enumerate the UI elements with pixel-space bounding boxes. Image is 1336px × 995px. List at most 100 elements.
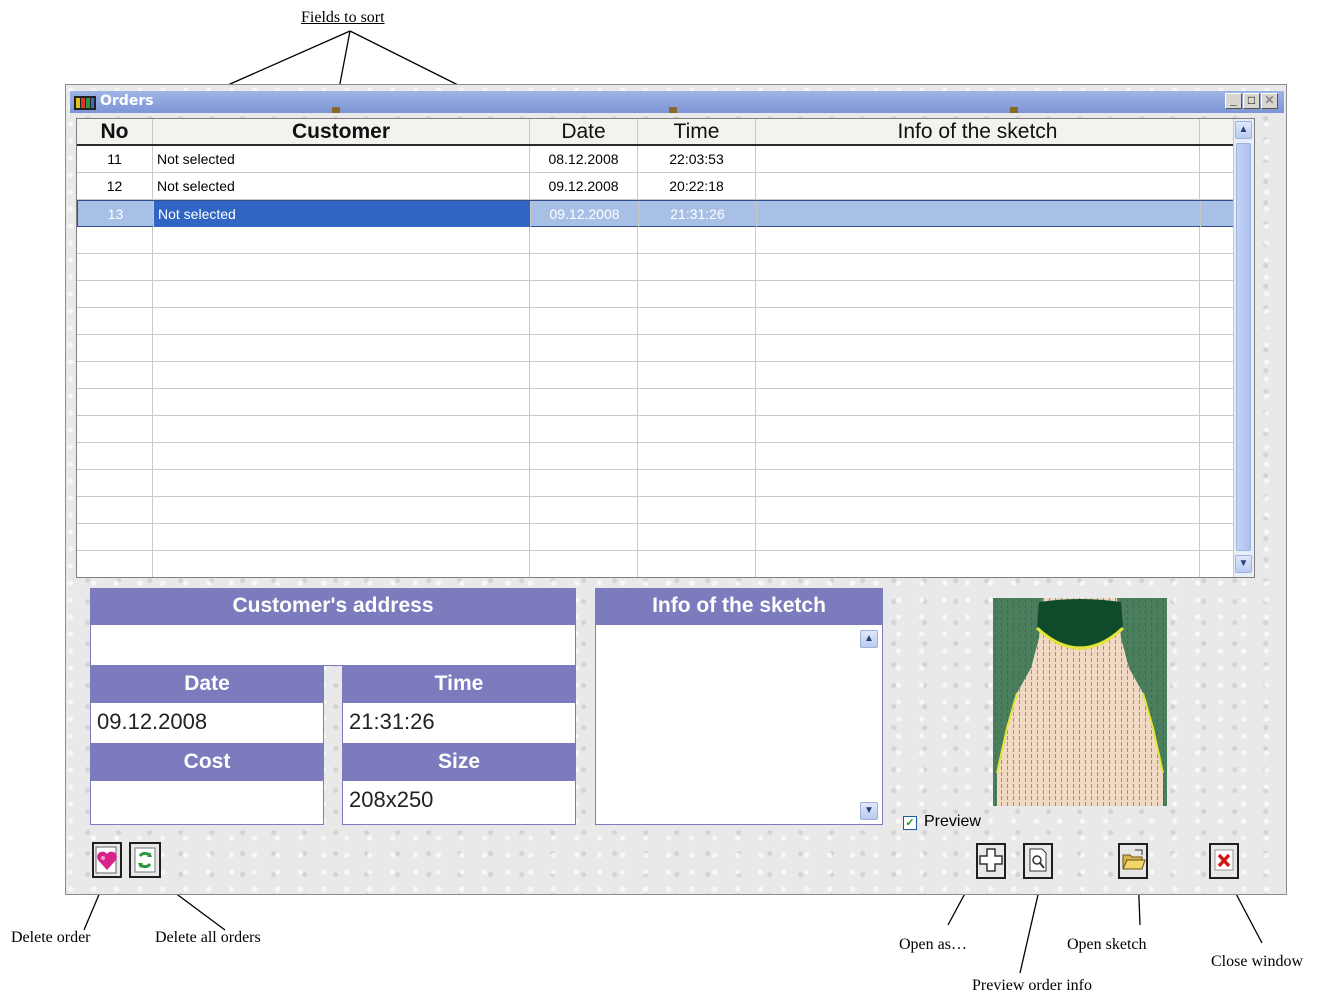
- close-icon[interactable]: ✕: [1261, 93, 1278, 109]
- cell-time: 20:22:18: [638, 173, 756, 199]
- grid-vertical-scrollbar[interactable]: ▲ ▼: [1233, 119, 1254, 577]
- sort-marker: [332, 107, 340, 113]
- preview-order-info-button[interactable]: [1023, 843, 1053, 879]
- empty-cell: [530, 335, 638, 361]
- size-header: Size: [342, 744, 576, 780]
- empty-cell: [153, 524, 530, 550]
- title-bar[interactable]: Orders _ □ ✕: [70, 91, 1284, 113]
- empty-cell: [77, 470, 153, 496]
- sketch-preview-image: [993, 598, 1167, 806]
- table-row[interactable]: 11 Not selected 08.12.2008 22:03:53: [77, 146, 1254, 173]
- empty-table-row[interactable]: [77, 389, 1254, 416]
- empty-cell: [638, 416, 756, 442]
- cell-date: 08.12.2008: [530, 146, 638, 172]
- empty-cell: [153, 389, 530, 415]
- cost-field[interactable]: [90, 780, 324, 825]
- annotation-close-window: Close window: [1211, 953, 1303, 970]
- empty-cell: [77, 254, 153, 280]
- cell-no: 11: [77, 146, 153, 172]
- empty-cell: [153, 416, 530, 442]
- scroll-down-icon[interactable]: ▼: [1235, 555, 1252, 573]
- empty-table-row[interactable]: [77, 227, 1254, 254]
- sketch-info-textarea[interactable]: [595, 624, 883, 825]
- empty-cell: [756, 551, 1200, 577]
- empty-cell: [756, 416, 1200, 442]
- window-title: Orders: [100, 93, 154, 109]
- sketch-info-scroll-down-icon[interactable]: ▼: [860, 802, 878, 820]
- orders-window: Orders _ □ ✕ No Customer Date Time Info …: [65, 84, 1287, 895]
- cell-customer: Not selected: [153, 173, 530, 199]
- annotation-fields-to-sort: Fields to sort: [301, 9, 385, 26]
- empty-table-row[interactable]: [77, 281, 1254, 308]
- column-header-customer[interactable]: Customer: [153, 119, 530, 144]
- empty-cell: [153, 551, 530, 577]
- size-field[interactable]: 208x250: [342, 780, 576, 825]
- date-header: Date: [90, 666, 324, 702]
- empty-cell: [153, 362, 530, 388]
- empty-table-row[interactable]: [77, 524, 1254, 551]
- empty-cell: [77, 524, 153, 550]
- empty-table-row[interactable]: [77, 362, 1254, 389]
- delete-all-orders-button[interactable]: [129, 842, 161, 878]
- maximize-icon[interactable]: □: [1243, 93, 1260, 109]
- sketch-info-scroll-up-icon[interactable]: ▲: [860, 630, 878, 648]
- customer-address-header: Customer's address: [90, 588, 576, 624]
- column-header-date[interactable]: Date: [530, 119, 638, 144]
- date-field[interactable]: 09.12.2008: [90, 702, 324, 744]
- empty-table-row[interactable]: [77, 416, 1254, 443]
- cell-time: 22:03:53: [638, 146, 756, 172]
- column-header-info[interactable]: Info of the sketch: [756, 119, 1200, 144]
- annotation-delete-all-orders: Delete all orders: [155, 929, 261, 946]
- empty-cell: [77, 389, 153, 415]
- customer-address-field[interactable]: [90, 624, 576, 666]
- empty-cell: [756, 497, 1200, 523]
- empty-cell: [153, 443, 530, 469]
- empty-cell: [756, 254, 1200, 280]
- column-header-time[interactable]: Time: [638, 119, 756, 144]
- empty-cell: [530, 416, 638, 442]
- column-header-no[interactable]: No: [77, 119, 153, 144]
- empty-cell: [530, 254, 638, 280]
- empty-cell: [77, 335, 153, 361]
- empty-cell: [77, 497, 153, 523]
- empty-cell: [77, 281, 153, 307]
- empty-cell: [756, 308, 1200, 334]
- preview-checkbox[interactable]: ✓: [903, 816, 917, 830]
- empty-table-row[interactable]: [77, 335, 1254, 362]
- empty-cell: [530, 362, 638, 388]
- empty-table-row[interactable]: [77, 497, 1254, 524]
- table-row-selected[interactable]: 13 Not selected 09.12.2008 21:31:26: [77, 200, 1253, 227]
- plus-icon: [979, 848, 1003, 872]
- close-window-button[interactable]: [1209, 843, 1239, 879]
- empty-cell: [153, 497, 530, 523]
- open-as-button[interactable]: [976, 843, 1006, 879]
- empty-table-row[interactable]: [77, 308, 1254, 335]
- orders-grid[interactable]: No Customer Date Time Info of the sketch…: [76, 118, 1255, 578]
- empty-table-row[interactable]: [77, 254, 1254, 281]
- empty-cell: [530, 281, 638, 307]
- cell-info: [756, 173, 1200, 199]
- minimize-icon[interactable]: _: [1225, 93, 1242, 109]
- open-sketch-button[interactable]: [1118, 843, 1148, 879]
- empty-cell: [756, 362, 1200, 388]
- empty-cell: [153, 335, 530, 361]
- red-x-icon: [1214, 849, 1234, 871]
- empty-table-row[interactable]: [77, 470, 1254, 497]
- empty-cell: [77, 443, 153, 469]
- empty-cell: [638, 227, 756, 253]
- scrollbar-thumb[interactable]: [1236, 143, 1251, 551]
- empty-cell: [153, 254, 530, 280]
- empty-cell: [638, 470, 756, 496]
- empty-cell: [530, 389, 638, 415]
- grid-header: No Customer Date Time Info of the sketch: [77, 119, 1254, 146]
- time-field[interactable]: 21:31:26: [342, 702, 576, 744]
- annotation-delete-order: Delete order: [11, 929, 91, 946]
- empty-cell: [756, 524, 1200, 550]
- delete-order-button[interactable]: [92, 842, 122, 878]
- empty-table-row[interactable]: [77, 551, 1254, 577]
- scroll-up-icon[interactable]: ▲: [1235, 121, 1252, 139]
- empty-table-row[interactable]: [77, 443, 1254, 470]
- empty-cell: [77, 362, 153, 388]
- time-header: Time: [342, 666, 576, 702]
- table-row[interactable]: 12 Not selected 09.12.2008 20:22:18: [77, 173, 1254, 200]
